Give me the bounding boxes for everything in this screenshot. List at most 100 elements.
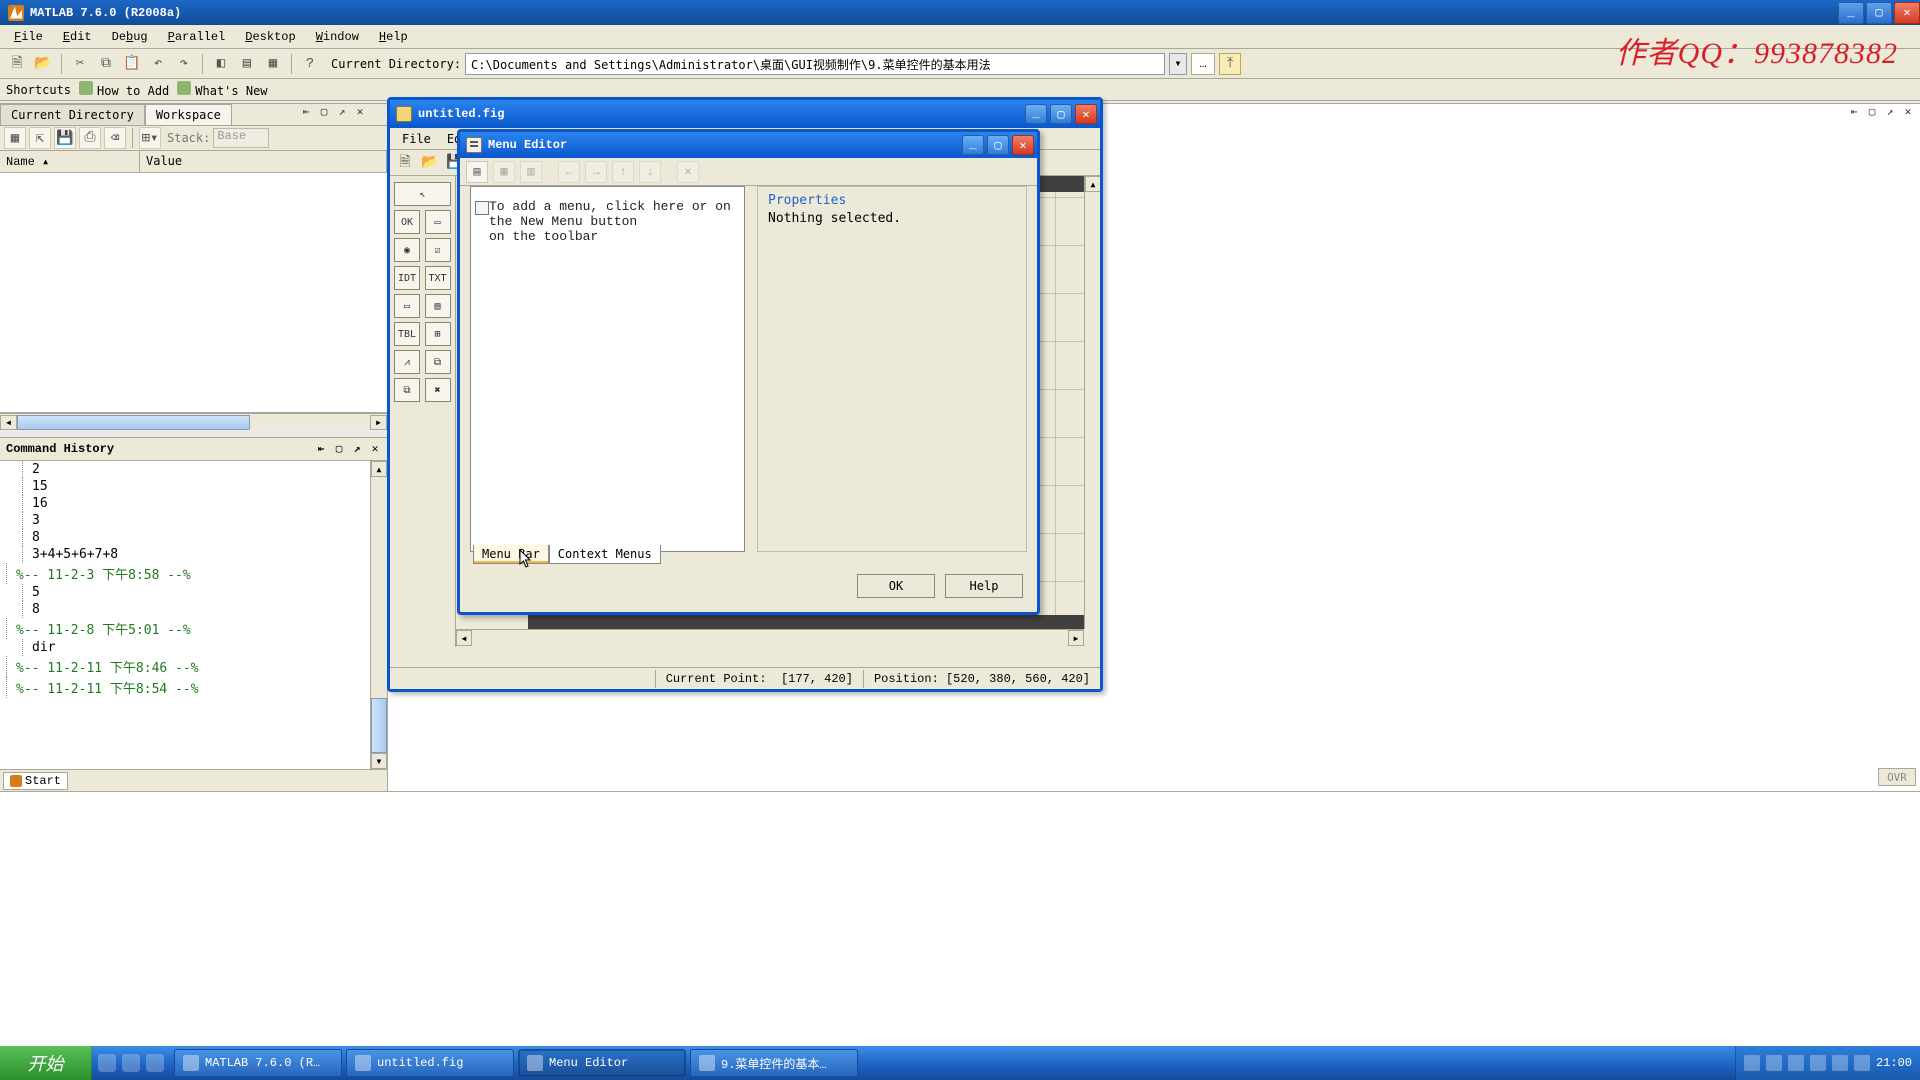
new-context-icon[interactable]: ▥: [520, 161, 542, 183]
maximize-button[interactable]: ▢: [1050, 104, 1072, 124]
guide-icon[interactable]: ▤: [236, 53, 258, 75]
current-dir-dropdown[interactable]: ▾: [1169, 53, 1187, 75]
canvas-vscrollbar[interactable]: ▴: [1084, 176, 1100, 629]
taskbar-item[interactable]: 9.菜单控件的基本…: [690, 1049, 858, 1077]
menu-editor-titlebar[interactable]: Menu Editor _ ▢ ✕: [460, 132, 1037, 158]
history-line[interactable]: %-- 11-2-11 下午8:46 --%: [0, 656, 387, 677]
new-icon[interactable]: 🗎: [394, 152, 416, 174]
palette-tool[interactable]: ⩘: [394, 350, 420, 374]
tab-menu-bar[interactable]: Menu Bar: [473, 545, 549, 564]
scroll-right-icon[interactable]: ▸: [1068, 630, 1084, 646]
palette-tool[interactable]: ▭: [394, 294, 420, 318]
palette-tool[interactable]: ▭: [425, 210, 451, 234]
tray-icon[interactable]: [1854, 1055, 1870, 1071]
minimize-button[interactable]: _: [962, 135, 984, 155]
menu-file[interactable]: File: [4, 27, 53, 47]
print-icon[interactable]: ⎙: [79, 127, 101, 149]
popout-icon[interactable]: ↗: [349, 442, 365, 456]
new-menuitem-icon[interactable]: ▦: [493, 161, 515, 183]
palette-tool[interactable]: IDT: [394, 266, 420, 290]
taskbar-item[interactable]: untitled.fig: [346, 1049, 514, 1077]
menu-window[interactable]: Window: [306, 27, 369, 47]
scroll-track[interactable]: [17, 415, 370, 430]
taskbar-item[interactable]: Menu Editor: [518, 1049, 686, 1077]
guide-titlebar[interactable]: untitled.fig _ ▢ ✕: [390, 100, 1100, 128]
clock[interactable]: 21:00: [1876, 1056, 1912, 1070]
palette-tool[interactable]: OK: [394, 210, 420, 234]
tray-icon[interactable]: [1788, 1055, 1804, 1071]
close-button[interactable]: ✕: [1012, 135, 1034, 155]
close-panel-icon[interactable]: ✕: [367, 442, 383, 456]
history-line[interactable]: 16: [0, 495, 387, 512]
quick-launch-icon[interactable]: [146, 1054, 164, 1072]
scroll-right-icon[interactable]: ▸: [370, 415, 387, 430]
palette-tool[interactable]: ⧉: [425, 350, 451, 374]
history-line[interactable]: %-- 11-2-8 下午5:01 --%: [0, 618, 387, 639]
restore-icon[interactable]: ▢: [316, 105, 332, 119]
close-panel-icon[interactable]: ✕: [1900, 105, 1916, 119]
scroll-track[interactable]: [371, 477, 387, 753]
menu-help[interactable]: Help: [369, 27, 418, 47]
command-history-vscrollbar[interactable]: ▴ ▾: [370, 461, 387, 769]
minimize-button[interactable]: _: [1838, 2, 1864, 24]
undock-icon[interactable]: ⇤: [313, 442, 329, 456]
scroll-thumb[interactable]: [17, 415, 250, 430]
new-menu-icon[interactable]: ▤: [466, 161, 488, 183]
delete-icon[interactable]: ✕: [677, 161, 699, 183]
up-dir-icon[interactable]: ⤒: [1219, 53, 1241, 75]
matlab-start-button[interactable]: Start: [3, 772, 68, 790]
redo-icon[interactable]: ↷: [173, 53, 195, 75]
scroll-up-icon[interactable]: ▴: [371, 461, 387, 477]
current-dir-field[interactable]: C:\Documents and Settings\Administrator\…: [465, 53, 1165, 75]
tab-context-menus[interactable]: Context Menus: [549, 545, 661, 564]
browse-dir-button[interactable]: …: [1191, 53, 1215, 75]
palette-tool[interactable]: TBL: [394, 322, 420, 346]
canvas-hscrollbar[interactable]: ◂ ▸: [456, 629, 1084, 647]
windows-start-button[interactable]: 开始: [0, 1046, 92, 1080]
tray-icon[interactable]: [1832, 1055, 1848, 1071]
menu-desktop[interactable]: Desktop: [235, 27, 305, 47]
history-line[interactable]: %-- 11-2-3 下午8:58 --%: [0, 563, 387, 584]
history-line[interactable]: 3: [0, 512, 387, 529]
undock-icon[interactable]: ⇤: [298, 105, 314, 119]
open-folder-icon[interactable]: 📂: [32, 53, 54, 75]
history-line[interactable]: 15: [0, 478, 387, 495]
col-value[interactable]: Value: [140, 151, 387, 172]
profiler-icon[interactable]: ▦: [262, 53, 284, 75]
new-var-icon[interactable]: ▦: [4, 127, 26, 149]
ok-button[interactable]: OK: [857, 574, 935, 598]
history-line[interactable]: dir: [0, 639, 387, 656]
history-line[interactable]: 8: [0, 529, 387, 546]
scroll-up-icon[interactable]: ▴: [1085, 176, 1100, 192]
palette-tool[interactable]: ⊞: [425, 322, 451, 346]
scroll-thumb[interactable]: [371, 698, 387, 753]
undo-icon[interactable]: ↶: [147, 53, 169, 75]
shortcut-whatsnew[interactable]: What's New: [177, 81, 267, 98]
help-button[interactable]: Help: [945, 574, 1023, 598]
copy-icon[interactable]: ⧉: [95, 53, 117, 75]
open-icon[interactable]: 📂: [419, 152, 441, 174]
maximize-button[interactable]: ▢: [987, 135, 1009, 155]
guide-menu-file[interactable]: File: [394, 130, 439, 148]
history-line[interactable]: %-- 11-2-11 下午8:54 --%: [0, 677, 387, 698]
move-left-icon[interactable]: ←: [558, 161, 580, 183]
scroll-left-icon[interactable]: ◂: [0, 415, 17, 430]
maximize-button[interactable]: ▢: [1866, 2, 1892, 24]
scroll-left-icon[interactable]: ◂: [456, 630, 472, 646]
close-button[interactable]: ✕: [1075, 104, 1097, 124]
tab-workspace[interactable]: Workspace: [145, 104, 232, 125]
menu-edit[interactable]: Edit: [53, 27, 102, 47]
palette-tool[interactable]: ⧉: [394, 378, 420, 402]
delete-var-icon[interactable]: ⌫: [104, 127, 126, 149]
new-file-icon[interactable]: 🗎: [6, 53, 28, 75]
palette-tool[interactable]: ✖: [425, 378, 451, 402]
plot-icon[interactable]: ⊞▾: [139, 127, 161, 149]
shortcut-howtoadd[interactable]: How to Add: [79, 81, 169, 98]
quick-launch-icon[interactable]: [122, 1054, 140, 1072]
workspace-hscrollbar[interactable]: ◂ ▸: [0, 413, 387, 430]
palette-tool[interactable]: TXT: [425, 266, 451, 290]
history-line[interactable]: 8: [0, 601, 387, 618]
move-up-icon[interactable]: ↑: [612, 161, 634, 183]
cut-icon[interactable]: ✂: [69, 53, 91, 75]
simulink-icon[interactable]: ◧: [210, 53, 232, 75]
